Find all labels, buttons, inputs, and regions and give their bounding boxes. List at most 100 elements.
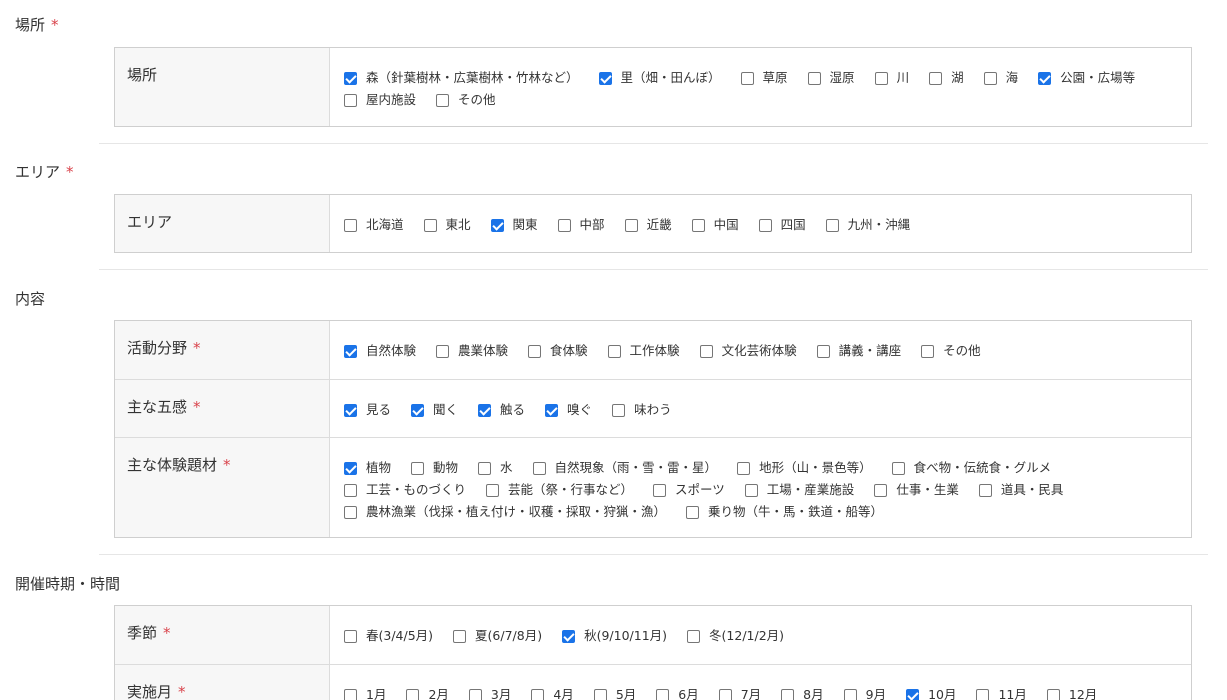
- checkbox-checked[interactable]: [545, 403, 559, 417]
- checkbox-option[interactable]: 8月: [781, 684, 824, 700]
- checkbox-option[interactable]: 10月: [906, 684, 956, 700]
- checkbox-unchecked[interactable]: [781, 688, 795, 700]
- checkbox-unchecked[interactable]: [807, 71, 821, 85]
- checkbox-option[interactable]: 夏(6/7/8月): [453, 625, 542, 647]
- checkbox-option[interactable]: 中国: [691, 214, 739, 236]
- checkbox-unchecked[interactable]: [468, 688, 482, 700]
- checkbox-option[interactable]: 食べ物・伝統食・グルメ: [891, 457, 1051, 479]
- checkbox-option[interactable]: その他: [921, 340, 981, 362]
- checkbox-unchecked[interactable]: [687, 629, 701, 643]
- checkbox-unchecked[interactable]: [653, 483, 667, 497]
- checkbox-option[interactable]: 水: [478, 457, 513, 479]
- checkbox-unchecked[interactable]: [874, 483, 888, 497]
- checkbox-unchecked[interactable]: [436, 344, 450, 358]
- checkbox-unchecked[interactable]: [758, 218, 772, 232]
- checkbox-option[interactable]: 仕事・生業: [874, 479, 959, 501]
- checkbox-unchecked[interactable]: [874, 71, 888, 85]
- checkbox-option[interactable]: その他: [436, 89, 496, 111]
- checkbox-unchecked[interactable]: [411, 461, 425, 475]
- checkbox-option[interactable]: 味わう: [612, 399, 672, 421]
- checkbox-unchecked[interactable]: [531, 688, 545, 700]
- checkbox-option[interactable]: 動物: [411, 457, 458, 479]
- checkbox-option[interactable]: 森（針葉樹林・広葉樹林・竹林など）: [344, 67, 579, 89]
- checkbox-unchecked[interactable]: [344, 93, 357, 107]
- checkbox-checked[interactable]: [598, 71, 612, 85]
- checkbox-option[interactable]: 春(3/4/5月): [344, 625, 433, 647]
- checkbox-unchecked[interactable]: [691, 218, 705, 232]
- checkbox-option[interactable]: 冬(12/1/2月): [687, 625, 784, 647]
- checkbox-checked[interactable]: [562, 629, 576, 643]
- checkbox-option[interactable]: 工作体験: [607, 340, 680, 362]
- checkbox-unchecked[interactable]: [1046, 688, 1060, 700]
- checkbox-unchecked[interactable]: [406, 688, 420, 700]
- checkbox-unchecked[interactable]: [453, 629, 467, 643]
- checkbox-option[interactable]: 嗅ぐ: [545, 399, 592, 421]
- checkbox-unchecked[interactable]: [593, 688, 607, 700]
- checkbox-option[interactable]: 食体験: [528, 340, 588, 362]
- checkbox-checked[interactable]: [1038, 71, 1052, 85]
- checkbox-option[interactable]: 自然体験: [344, 340, 416, 362]
- checkbox-unchecked[interactable]: [929, 71, 943, 85]
- checkbox-option[interactable]: 乗り物（牛・馬・鉄道・船等）: [686, 501, 883, 523]
- checkbox-option[interactable]: 農業体験: [436, 340, 508, 362]
- checkbox-unchecked[interactable]: [737, 461, 751, 475]
- checkbox-unchecked[interactable]: [891, 461, 905, 475]
- checkbox-option[interactable]: 聞く: [411, 399, 458, 421]
- checkbox-option[interactable]: 秋(9/10/11月): [562, 625, 667, 647]
- checkbox-unchecked[interactable]: [478, 461, 492, 475]
- checkbox-option[interactable]: 自然現象（雨・雪・雷・星）: [532, 457, 717, 479]
- checkbox-option[interactable]: 北海道: [344, 214, 404, 236]
- checkbox-unchecked[interactable]: [624, 218, 638, 232]
- checkbox-option[interactable]: 工芸・ものづくり: [344, 479, 466, 501]
- checkbox-option[interactable]: スポーツ: [653, 479, 725, 501]
- checkbox-option[interactable]: 九州・沖縄: [825, 214, 910, 236]
- checkbox-option[interactable]: 草原: [740, 67, 788, 89]
- checkbox-option[interactable]: 触る: [478, 399, 525, 421]
- checkbox-checked[interactable]: [411, 403, 425, 417]
- checkbox-option[interactable]: 12月: [1046, 684, 1097, 700]
- checkbox-checked[interactable]: [344, 461, 357, 475]
- checkbox-unchecked[interactable]: [486, 483, 500, 497]
- checkbox-option[interactable]: 関東: [490, 214, 538, 236]
- checkbox-checked[interactable]: [344, 71, 357, 85]
- checkbox-option[interactable]: 6月: [656, 684, 699, 700]
- checkbox-checked[interactable]: [490, 218, 504, 232]
- checkbox-option[interactable]: 農林漁業（伐採・植え付け・収穫・採取・狩猟・漁）: [344, 501, 666, 523]
- checkbox-unchecked[interactable]: [344, 218, 357, 232]
- checkbox-option[interactable]: 見る: [344, 399, 391, 421]
- checkbox-unchecked[interactable]: [423, 218, 437, 232]
- checkbox-option[interactable]: 里（畑・田んぼ）: [598, 67, 721, 89]
- checkbox-option[interactable]: 講義・講座: [816, 340, 901, 362]
- checkbox-unchecked[interactable]: [607, 344, 621, 358]
- checkbox-unchecked[interactable]: [344, 688, 357, 700]
- checkbox-unchecked[interactable]: [344, 505, 357, 519]
- checkbox-unchecked[interactable]: [740, 71, 754, 85]
- checkbox-option[interactable]: 公園・広場等: [1038, 67, 1135, 89]
- checkbox-unchecked[interactable]: [436, 93, 450, 107]
- checkbox-unchecked[interactable]: [656, 688, 670, 700]
- checkbox-option[interactable]: 11月: [976, 684, 1027, 700]
- checkbox-unchecked[interactable]: [921, 344, 935, 358]
- checkbox-option[interactable]: 植物: [344, 457, 391, 479]
- checkbox-option[interactable]: 屋内施設: [344, 89, 416, 111]
- checkbox-unchecked[interactable]: [843, 688, 857, 700]
- checkbox-unchecked[interactable]: [557, 218, 571, 232]
- checkbox-checked[interactable]: [344, 344, 357, 358]
- checkbox-unchecked[interactable]: [699, 344, 713, 358]
- checkbox-unchecked[interactable]: [344, 483, 357, 497]
- checkbox-option[interactable]: 芸能（祭・行事など）: [486, 479, 633, 501]
- checkbox-unchecked[interactable]: [825, 218, 839, 232]
- checkbox-unchecked[interactable]: [978, 483, 992, 497]
- checkbox-unchecked[interactable]: [816, 344, 830, 358]
- checkbox-unchecked[interactable]: [983, 71, 997, 85]
- checkbox-option[interactable]: 3月: [468, 684, 511, 700]
- checkbox-option[interactable]: 5月: [593, 684, 636, 700]
- checkbox-option[interactable]: 地形（山・景色等）: [737, 457, 872, 479]
- checkbox-option[interactable]: 四国: [758, 214, 806, 236]
- checkbox-unchecked[interactable]: [612, 403, 626, 417]
- checkbox-option[interactable]: 2月: [406, 684, 449, 700]
- checkbox-option[interactable]: 4月: [531, 684, 574, 700]
- checkbox-option[interactable]: 9月: [843, 684, 886, 700]
- checkbox-checked[interactable]: [906, 688, 920, 700]
- checkbox-unchecked[interactable]: [532, 461, 546, 475]
